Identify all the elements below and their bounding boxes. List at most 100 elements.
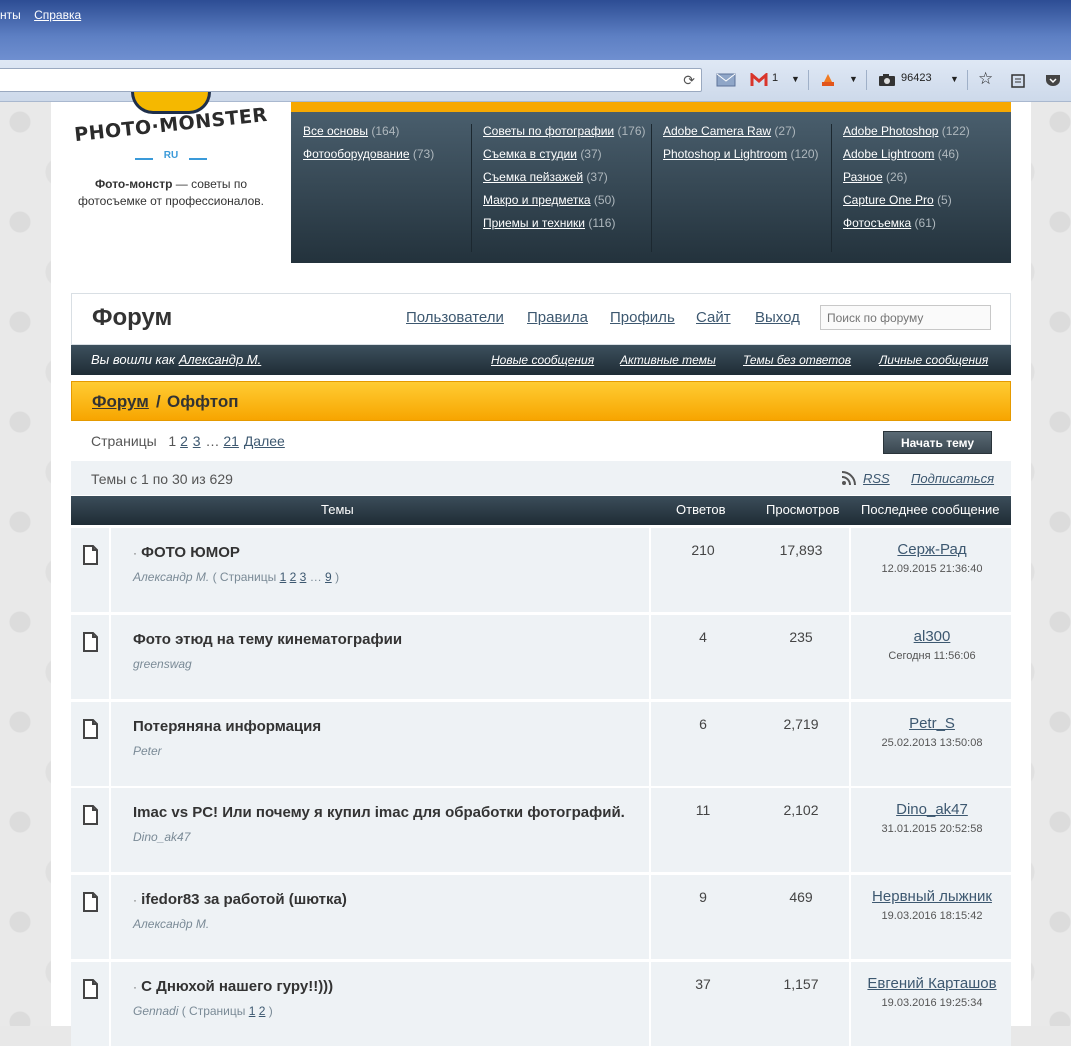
current-user-link[interactable]: Александр М.: [179, 352, 262, 367]
reload-icon[interactable]: ⟳: [683, 72, 695, 89]
table-row: · ifedor83 за работой (шютка) Александр …: [71, 875, 1011, 959]
table-row: Потеряняна информация Peter 6 2,719 Petr…: [71, 702, 1011, 786]
link-private-messages[interactable]: Личные сообщения: [879, 353, 988, 367]
address-bar[interactable]: ⟳: [0, 68, 702, 92]
last-post-user[interactable]: Нервный лыжник: [853, 888, 1011, 905]
pocket-icon[interactable]: [1045, 73, 1061, 87]
category-link[interactable]: Приемы и техники (116): [483, 216, 646, 239]
link-active-topics[interactable]: Активные темы: [620, 353, 716, 367]
topics-table-header: Темы Ответов Просмотров Последнее сообще…: [71, 496, 1011, 525]
topic-title[interactable]: Фото этюд на тему кинематографии: [133, 631, 402, 648]
rss-icon[interactable]: [841, 470, 857, 486]
breadcrumb: Форум / Оффтоп: [71, 381, 1011, 421]
category-link[interactable]: Фотооборудование (73): [303, 147, 434, 170]
gmail-count: 1: [772, 72, 779, 84]
category-link[interactable]: Советы по фотографии (176): [483, 124, 646, 147]
topic-title[interactable]: Потеряняна информация: [133, 718, 321, 735]
topic-icon-cell: [71, 702, 111, 786]
browser-titlebar: нты Справка: [0, 0, 1071, 60]
browser-menubar: нты Справка: [0, 8, 91, 22]
topic-page-link[interactable]: 3: [300, 570, 307, 584]
topic-icon-cell: [71, 788, 111, 872]
link-unanswered-topics[interactable]: Темы без ответов: [743, 353, 851, 367]
category-link[interactable]: Adobe Lightroom (46): [843, 147, 970, 170]
nav-users[interactable]: Пользователи: [406, 309, 504, 326]
page-link[interactable]: 21: [223, 433, 239, 449]
column-divider: [651, 124, 652, 252]
views-cell: 1,157: [753, 962, 851, 1046]
page-link[interactable]: 2: [180, 433, 188, 449]
table-row: · С Днюхой нашего гуру!!))) Gennadi ( Ст…: [71, 962, 1011, 1046]
last-post-date: Сегодня 11:56:06: [888, 650, 976, 662]
rss-link[interactable]: RSS: [863, 471, 890, 486]
category-link[interactable]: Все основы (164): [303, 124, 434, 147]
topic-page-link[interactable]: 1: [249, 1004, 256, 1018]
topic-title[interactable]: · ifedor83 за работой (шютка): [133, 891, 347, 908]
category-link[interactable]: Photoshop и Lightroom (120): [663, 147, 818, 170]
chevron-down-icon[interactable]: ▼: [950, 74, 959, 84]
topic-author: Dino_ak47: [133, 830, 191, 844]
topic-cell: Imac vs PC! Или почему я купил imac для …: [113, 788, 651, 872]
category-link[interactable]: Adobe Camera Raw (27): [663, 124, 818, 147]
last-post-user[interactable]: al300: [853, 628, 1011, 645]
col-replies: Ответов: [676, 502, 726, 517]
menu-item-help[interactable]: Справка: [34, 8, 81, 22]
views-cell: 2,719: [753, 702, 851, 786]
topic-page-link[interactable]: 2: [290, 570, 297, 584]
user-bar: Вы вошли как Александр М. Новые сообщени…: [71, 345, 1011, 375]
topic-title[interactable]: Imac vs PC! Или почему я купил imac для …: [133, 804, 625, 821]
chevron-down-icon[interactable]: ▼: [849, 74, 858, 84]
subscribe-link[interactable]: Подписаться: [911, 471, 994, 486]
chevron-down-icon[interactable]: ▼: [791, 74, 800, 84]
last-post-date: 19.03.2016 19:25:34: [881, 997, 983, 1009]
topic-page-link[interactable]: 2: [259, 1004, 266, 1018]
col-views: Просмотров: [766, 502, 840, 517]
nav-logout[interactable]: Выход: [755, 309, 800, 326]
last-post-date: 12.09.2015 21:36:40: [881, 563, 983, 575]
pages-label: Страницы: [91, 433, 157, 449]
breadcrumb-current: Оффтоп: [167, 392, 239, 411]
category-link[interactable]: Съемка в студии (37): [483, 147, 646, 170]
nav-rules[interactable]: Правила: [527, 309, 588, 326]
category-link[interactable]: Разное (26): [843, 170, 970, 193]
nav-site[interactable]: Сайт: [696, 309, 731, 326]
logged-in-prefix: Вы вошли как: [91, 352, 176, 367]
topic-author: Peter: [133, 744, 162, 758]
category-link[interactable]: Adobe Photoshop (122): [843, 124, 970, 147]
topic-cell: Потеряняна информация Peter: [113, 702, 651, 786]
topic-cell: · ifedor83 за работой (шютка) Александр …: [113, 875, 651, 959]
forum-search-input[interactable]: [820, 305, 991, 330]
star-icon[interactable]: ☆: [978, 69, 993, 89]
topic-page-link[interactable]: 9: [325, 570, 332, 584]
category-link[interactable]: Макро и предметка (50): [483, 193, 646, 216]
camera-icon[interactable]: [878, 73, 896, 87]
gmail-icon[interactable]: [750, 73, 768, 87]
category-link[interactable]: Capture One Pro (5): [843, 193, 970, 216]
next-page-link[interactable]: Далее: [244, 433, 285, 449]
last-post-user[interactable]: Petr_S: [853, 715, 1011, 732]
replies-cell: 4: [699, 629, 707, 645]
mail-icon[interactable]: [716, 73, 736, 87]
link-new-messages[interactable]: Новые сообщения: [491, 353, 594, 367]
nav-profile[interactable]: Профиль: [610, 309, 675, 326]
last-post-cell: Нервный лыжник 19.03.2016 18:15:42: [853, 875, 1011, 959]
last-post-user[interactable]: Серж-Рад: [853, 541, 1011, 558]
breadcrumb-forum[interactable]: Форум: [92, 392, 149, 412]
category-column: Все основы (164) Фотооборудование (73): [303, 124, 434, 170]
last-post-user[interactable]: Евгений Карташов: [853, 975, 1011, 992]
start-topic-button[interactable]: Начать тему: [883, 431, 992, 454]
category-link[interactable]: Съемка пейзажей (37): [483, 170, 646, 193]
logo-line: [135, 158, 153, 160]
reading-list-icon[interactable]: [1011, 73, 1025, 88]
last-post-user[interactable]: Dino_ak47: [853, 801, 1011, 818]
topic-page-link[interactable]: 1: [280, 570, 287, 584]
addon-icon[interactable]: [820, 72, 836, 88]
menu-item-tools[interactable]: нты: [0, 8, 21, 22]
category-link[interactable]: Фотосъемка (61): [843, 216, 970, 239]
topic-title[interactable]: · С Днюхой нашего гуру!!))): [133, 978, 333, 995]
last-post-date: 19.03.2016 18:15:42: [881, 910, 983, 922]
page-link[interactable]: 3: [193, 433, 201, 449]
last-post-cell: Dino_ak47 31.01.2015 20:52:58: [853, 788, 1011, 872]
category-column: Adobe Camera Raw (27) Photoshop и Lightr…: [651, 124, 818, 252]
topic-title[interactable]: · ФОТО ЮМОР: [133, 544, 240, 561]
